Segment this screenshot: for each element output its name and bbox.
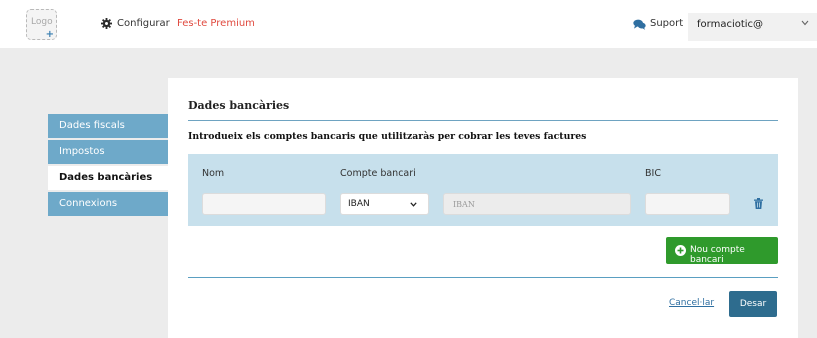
name-column-label: Nom	[202, 168, 225, 179]
top-bar: Logo + Configurar Fes-te Premium Suport …	[0, 0, 817, 48]
sidebar-item-label: Impostos	[59, 146, 105, 157]
title-divider	[188, 120, 778, 121]
plus-icon: +	[45, 29, 54, 40]
sidebar-item-label: Dades fiscals	[59, 120, 125, 131]
cancel-link[interactable]: Cancel·lar	[669, 298, 714, 308]
chevron-down-icon	[410, 202, 417, 207]
add-bank-account-button[interactable]: Nou compte bancari	[666, 237, 778, 265]
sidebar-item-connexions[interactable]: Connexions	[48, 192, 168, 216]
iban-input[interactable]: IBAN	[443, 193, 631, 215]
intro-text: Introdueix els comptes bancaris que util…	[188, 131, 587, 142]
section-title: Dades bancàries	[188, 99, 290, 112]
account-type-value: IBAN	[348, 199, 370, 209]
save-button[interactable]: Desar	[729, 291, 777, 317]
add-bank-account-label: Nou compte bancari	[690, 245, 745, 265]
account-name-input[interactable]	[202, 193, 326, 215]
user-menu-value: formaciotic@	[697, 19, 764, 30]
account-column-label: Compte bancari	[340, 168, 416, 179]
user-menu-select[interactable]: formaciotic@	[688, 13, 817, 41]
plus-circle-icon	[675, 245, 686, 256]
trash-icon[interactable]	[754, 198, 763, 209]
chat-icon[interactable]	[633, 19, 646, 30]
account-type-select[interactable]: IBAN	[340, 193, 429, 215]
sidebar-item-dades-bancaries[interactable]: Dades bancàries	[48, 166, 169, 190]
footer-divider	[188, 277, 778, 278]
gear-icon[interactable]	[101, 18, 112, 29]
sidebar-item-impostos[interactable]: Impostos	[48, 140, 168, 164]
logo-placeholder-text: Logo	[31, 17, 53, 27]
sidebar-item-label: Dades bancàries	[59, 172, 153, 183]
logo-upload[interactable]: Logo +	[26, 9, 57, 40]
config-link[interactable]: Configurar	[117, 18, 170, 29]
support-link[interactable]: Suport	[650, 18, 683, 29]
sidebar-item-dades-fiscals[interactable]: Dades fiscals	[48, 114, 168, 138]
bic-column-label: BIC	[645, 168, 661, 179]
bic-input[interactable]	[645, 193, 730, 215]
chevron-down-icon	[801, 20, 809, 26]
save-button-label: Desar	[739, 299, 767, 309]
sidebar-item-label: Connexions	[59, 198, 118, 209]
bank-account-row: Nom Compte bancari BIC IBAN IBAN	[188, 154, 778, 226]
premium-link[interactable]: Fes-te Premium	[177, 18, 255, 29]
bank-details-card: Dades bancàries Introdueix els comptes b…	[168, 78, 798, 338]
